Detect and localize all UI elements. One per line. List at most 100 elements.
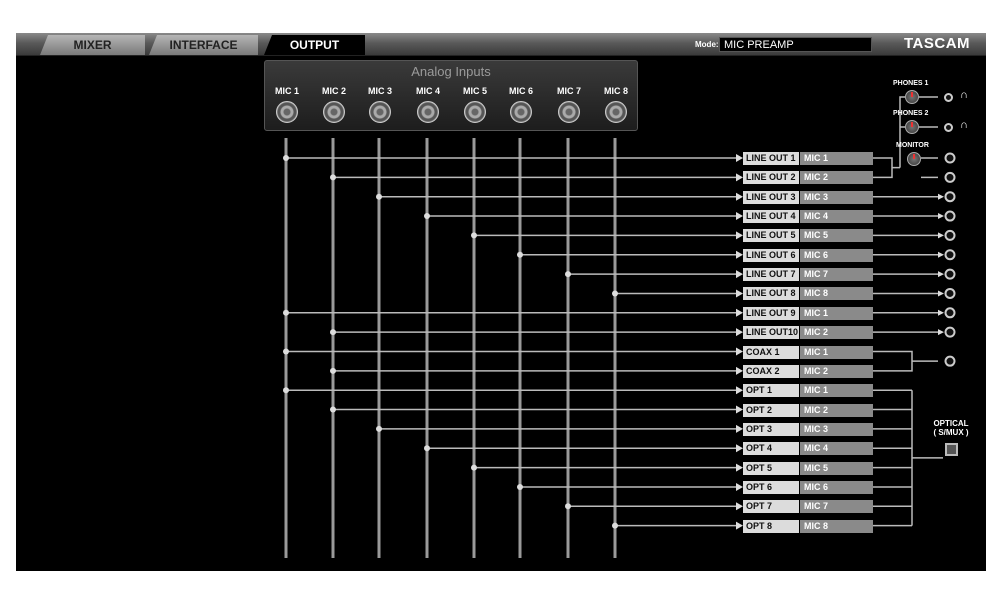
phones-2-knob[interactable] bbox=[905, 120, 919, 134]
route-node-9 bbox=[283, 309, 289, 316]
output-row[interactable]: OPT 4 MIC 4 bbox=[743, 442, 873, 456]
route-node-2 bbox=[330, 174, 336, 181]
line-out-arrow-6 bbox=[938, 251, 944, 258]
output-source-select[interactable]: MIC 3 bbox=[800, 190, 873, 204]
output-name: OPT 2 bbox=[743, 403, 799, 417]
route-node-16 bbox=[424, 445, 430, 452]
phones-feed bbox=[892, 96, 905, 169]
route-node-8 bbox=[612, 290, 618, 297]
line-out-port-9 bbox=[944, 307, 956, 319]
phones-1-knob[interactable] bbox=[905, 90, 919, 104]
output-row[interactable]: LINE OUT 9 MIC 1 bbox=[743, 306, 873, 320]
headphones-2-icon: ∩ bbox=[960, 119, 968, 131]
output-row[interactable]: LINE OUT 7 MIC 7 bbox=[743, 268, 873, 282]
route-node-11 bbox=[283, 348, 289, 355]
route-node-13 bbox=[283, 387, 289, 394]
output-source-select[interactable]: MIC 1 bbox=[800, 345, 873, 359]
line-out-arrow-3 bbox=[938, 193, 944, 200]
output-source-select[interactable]: MIC 4 bbox=[800, 442, 873, 456]
output-source-select[interactable]: MIC 2 bbox=[800, 403, 873, 417]
output-source-select[interactable]: MIC 8 bbox=[800, 287, 873, 301]
output-row[interactable]: LINE OUT 8 MIC 8 bbox=[743, 287, 873, 301]
route-arrow-15 bbox=[736, 424, 743, 433]
output-name: LINE OUT 3 bbox=[743, 190, 799, 204]
output-source-select[interactable]: MIC 1 bbox=[800, 152, 873, 165]
output-source-select[interactable]: MIC 4 bbox=[800, 210, 873, 224]
route-node-6 bbox=[517, 251, 523, 258]
line-out-arrow-4 bbox=[938, 213, 944, 220]
output-source-select[interactable]: MIC 1 bbox=[800, 384, 873, 398]
output-name: OPT 4 bbox=[743, 442, 799, 456]
output-row[interactable]: OPT 7 MIC 7 bbox=[743, 500, 873, 514]
output-source-select[interactable]: MIC 2 bbox=[800, 171, 873, 185]
route-node-15 bbox=[376, 425, 382, 432]
output-row[interactable]: LINE OUT 5 MIC 5 bbox=[743, 229, 873, 243]
output-source-select[interactable]: MIC 6 bbox=[800, 480, 873, 494]
output-row[interactable]: OPT 6 MIC 6 bbox=[743, 480, 873, 494]
output-source-select[interactable]: MIC 5 bbox=[800, 461, 873, 475]
output-row[interactable]: LINE OUT 3 MIC 3 bbox=[743, 190, 873, 204]
output-name: LINE OUT10 bbox=[743, 326, 799, 340]
output-name: LINE OUT 2 bbox=[743, 171, 799, 185]
output-name: LINE OUT 5 bbox=[743, 229, 799, 243]
route-node-7 bbox=[565, 271, 571, 278]
output-row[interactable]: LINE OUT 1 MIC 1 bbox=[743, 152, 873, 165]
output-row[interactable]: OPT 8 MIC 8 bbox=[743, 519, 873, 533]
optical-label-line1: OPTICAL bbox=[933, 419, 969, 428]
route-node-5 bbox=[471, 232, 477, 239]
output-source-select[interactable]: MIC 6 bbox=[800, 248, 873, 262]
monitor-label: MONITOR bbox=[896, 142, 929, 149]
line-out-arrow-9 bbox=[938, 309, 944, 316]
route-node-18 bbox=[517, 483, 523, 490]
output-source-select[interactable]: MIC 7 bbox=[800, 500, 873, 514]
route-arrow-16 bbox=[736, 444, 743, 453]
output-source-select[interactable]: MIC 2 bbox=[800, 364, 873, 378]
route-arrow-20 bbox=[736, 521, 743, 530]
route-node-12 bbox=[330, 367, 336, 374]
line-out-arrow-5 bbox=[938, 232, 944, 239]
route-arrow-9 bbox=[736, 308, 743, 317]
output-row[interactable]: LINE OUT 2 MIC 2 bbox=[743, 171, 873, 185]
route-arrow-6 bbox=[736, 250, 743, 259]
route-arrow-14 bbox=[736, 405, 743, 414]
coax-bracket bbox=[873, 350, 938, 372]
output-row[interactable]: OPT 2 MIC 2 bbox=[743, 403, 873, 417]
output-setting-window: MIXER INTERFACE OUTPUT SETTING Mode: MIC… bbox=[16, 33, 986, 571]
output-source-select[interactable]: MIC 5 bbox=[800, 229, 873, 243]
output-row[interactable]: COAX 2 MIC 2 bbox=[743, 364, 873, 378]
line-out-arrow-8 bbox=[938, 290, 944, 297]
output-source-select[interactable]: MIC 7 bbox=[800, 268, 873, 282]
output-source-select[interactable]: MIC 1 bbox=[800, 306, 873, 320]
output-source-select[interactable]: MIC 3 bbox=[800, 422, 873, 436]
output-row[interactable]: LINE OUT 6 MIC 6 bbox=[743, 248, 873, 262]
output-name: LINE OUT 9 bbox=[743, 306, 799, 320]
route-arrow-2 bbox=[736, 173, 743, 182]
phones-1-port bbox=[944, 93, 953, 102]
output-source-select[interactable]: MIC 8 bbox=[800, 519, 873, 533]
output-row[interactable]: LINE OUT10 MIC 2 bbox=[743, 326, 873, 340]
coax-port bbox=[944, 355, 956, 367]
line-out-port-6 bbox=[944, 249, 956, 261]
output-source-select[interactable]: MIC 2 bbox=[800, 326, 873, 340]
output-name: LINE OUT 1 bbox=[743, 152, 799, 165]
line-out-arrow-10 bbox=[938, 329, 944, 336]
output-row[interactable]: OPT 3 MIC 3 bbox=[743, 422, 873, 436]
output-row[interactable]: LINE OUT 4 MIC 4 bbox=[743, 210, 873, 224]
output-name: COAX 1 bbox=[743, 345, 799, 359]
route-arrow-12 bbox=[736, 366, 743, 375]
output-row[interactable]: OPT 5 MIC 5 bbox=[743, 461, 873, 475]
line-out-port-8 bbox=[944, 287, 956, 299]
output-name: OPT 3 bbox=[743, 422, 799, 436]
route-arrow-7 bbox=[736, 270, 743, 279]
route-node-17 bbox=[471, 464, 477, 471]
monitor-knob[interactable] bbox=[907, 152, 921, 166]
output-row[interactable]: OPT 1 MIC 1 bbox=[743, 384, 873, 398]
optical-label-line2: ( S/MUX ) bbox=[933, 428, 969, 437]
route-arrow-18 bbox=[736, 482, 743, 491]
output-row[interactable]: COAX 1 MIC 1 bbox=[743, 345, 873, 359]
line-out-port-4 bbox=[944, 210, 956, 222]
line-out-port-7 bbox=[944, 268, 956, 280]
output-name: LINE OUT 4 bbox=[743, 210, 799, 224]
optical-bracket bbox=[873, 389, 943, 527]
phones-2-port bbox=[944, 123, 953, 132]
